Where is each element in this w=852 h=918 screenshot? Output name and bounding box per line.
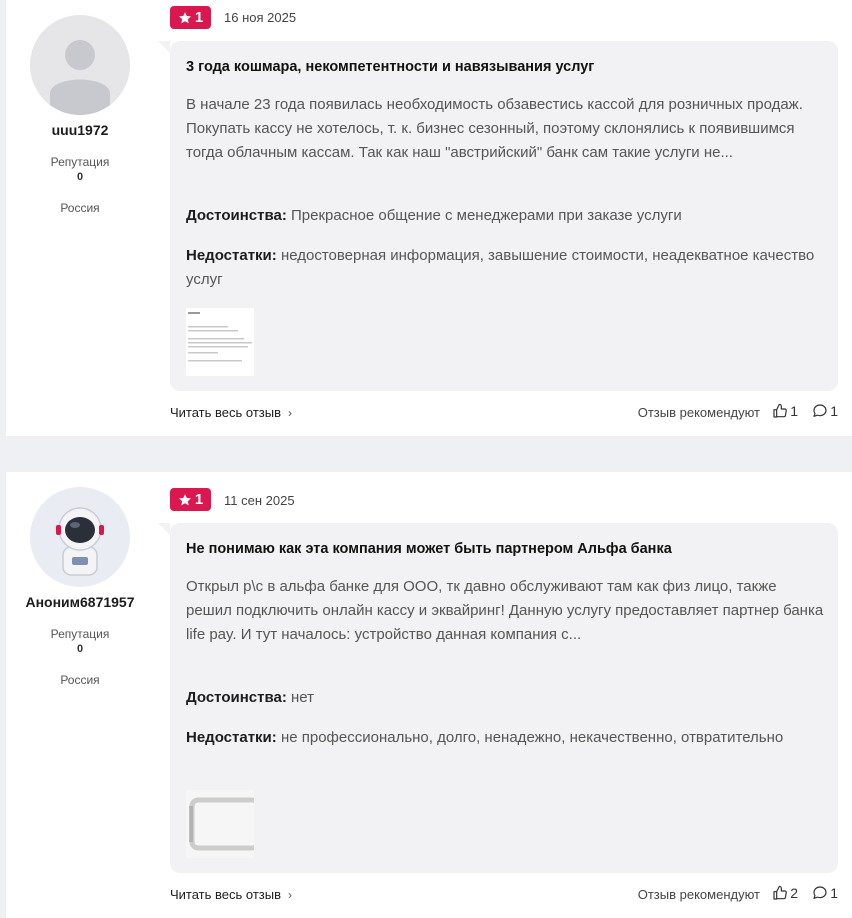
review-pros: Достоинства: Прекрасное общение с менедж… xyxy=(186,204,826,228)
rating-badge: 1 xyxy=(170,6,211,29)
star-icon xyxy=(178,493,191,505)
cons-text: не профессионально, долго, ненадежно, не… xyxy=(280,729,784,746)
author-country: Россия xyxy=(60,673,100,687)
blurred-image-icon xyxy=(186,790,254,858)
like-count: 2 xyxy=(790,885,798,901)
comments-button[interactable]: 1 xyxy=(812,403,838,419)
pros-label: Достоинства: xyxy=(186,689,287,706)
review-title[interactable]: 3 года кошмара, некомпетентности и навяз… xyxy=(186,59,594,75)
cons-label: Недостатки: xyxy=(186,729,277,746)
reputation-value: 0 xyxy=(76,171,84,183)
comment-count: 1 xyxy=(830,885,838,901)
recommend-label: Отзыв рекомендуют xyxy=(637,405,760,420)
rating-value: 1 xyxy=(194,9,204,26)
like-button[interactable]: 1 xyxy=(772,403,798,419)
comments-button[interactable]: 1 xyxy=(812,885,838,901)
review-cons: Недостатки: недостоверная информация, за… xyxy=(186,244,826,292)
review-attachment-thumbnail[interactable] xyxy=(186,308,254,376)
comment-count: 1 xyxy=(830,403,838,419)
review-body: В начале 23 года появилась необходимость… xyxy=(186,96,803,161)
like-count: 1 xyxy=(790,403,798,419)
document-image-icon xyxy=(186,308,254,376)
chevron-right-icon: › xyxy=(284,888,292,902)
review-pros: Достоинства: нет xyxy=(186,686,826,710)
rating-badge: 1 xyxy=(170,488,211,511)
pros-text: Прекрасное общение с менеджерами при зак… xyxy=(291,207,682,224)
rating-value: 1 xyxy=(194,491,204,508)
pros-label: Достоинства: xyxy=(186,207,287,224)
recommend-label: Отзыв рекомендуют xyxy=(637,887,760,902)
astronaut-avatar-icon xyxy=(56,507,104,576)
read-full-review-link[interactable]: Читать весь отзыв › xyxy=(170,887,292,902)
like-button[interactable]: 2 xyxy=(772,885,798,901)
review-content: 3 года кошмара, некомпетентности и навяз… xyxy=(158,41,838,391)
default-user-avatar-icon xyxy=(50,40,110,115)
read-more-label: Читать весь отзыв xyxy=(170,887,282,902)
comment-icon xyxy=(813,886,827,899)
reputation-label: Репутация xyxy=(50,627,110,641)
star-icon xyxy=(178,11,191,23)
thumbs-up-icon xyxy=(773,885,788,900)
cons-text: недостоверная информация, завышение стои… xyxy=(186,247,815,288)
review-content: Не понимаю как эта компания может быть п… xyxy=(158,523,838,873)
cons-label: Недостатки: xyxy=(186,247,277,264)
chevron-right-icon: › xyxy=(284,406,292,420)
review-date: 16 ноя 2025 xyxy=(224,10,297,25)
review-title[interactable]: Не понимаю как эта компания может быть п… xyxy=(186,541,672,557)
review-cons: Недостатки: не профессионально, долго, н… xyxy=(186,726,826,750)
author-country: Россия xyxy=(60,201,100,215)
reputation-value: 0 xyxy=(76,643,84,655)
review-card: uuu1972 Репутация 0 Россия 1 16 ноя 2025… xyxy=(6,0,852,436)
comment-icon xyxy=(813,404,827,417)
review-attachment-thumbnail[interactable] xyxy=(186,790,254,858)
author-name[interactable]: Аноним6871957 xyxy=(6,594,154,610)
pros-text: нет xyxy=(291,689,314,706)
author-name[interactable]: uuu1972 xyxy=(6,122,154,138)
reputation-label: Репутация xyxy=(50,155,110,169)
read-full-review-link[interactable]: Читать весь отзыв › xyxy=(170,405,292,420)
review-body: Открыл р\с в альфа банке для ООО, тк дав… xyxy=(186,578,824,643)
read-more-label: Читать весь отзыв xyxy=(170,405,282,420)
thumbs-up-icon xyxy=(773,403,788,418)
review-card: Аноним6871957 Репутация 0 Россия 1 11 се… xyxy=(6,472,852,918)
review-date: 11 сен 2025 xyxy=(224,493,295,508)
avatar[interactable] xyxy=(30,15,130,115)
avatar[interactable] xyxy=(30,487,130,587)
